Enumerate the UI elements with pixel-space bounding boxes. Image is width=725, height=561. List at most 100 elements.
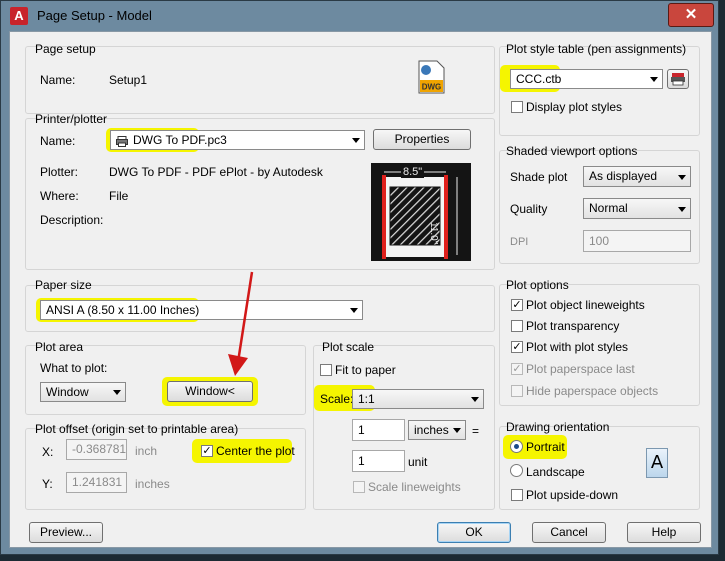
help-button[interactable]: Help bbox=[627, 522, 701, 543]
page-setup-dialog: A Page Setup - Model ✕ Page setup Name: … bbox=[0, 0, 719, 555]
dpi-label: DPI bbox=[510, 236, 529, 248]
display-plot-styles-label: Display plot styles bbox=[526, 100, 623, 114]
scale-value2-field[interactable]: 1 bbox=[352, 450, 405, 472]
hide-paperspace-objects-checkbox[interactable] bbox=[511, 385, 523, 397]
offset-y-field[interactable]: 1.241831 bbox=[66, 472, 127, 493]
shade-plot-select[interactable]: As displayed bbox=[583, 166, 691, 187]
close-icon: ✕ bbox=[684, 6, 698, 23]
orientation-icon: A bbox=[646, 448, 668, 478]
shade-plot-value: As displayed bbox=[589, 169, 658, 183]
paper-size-select[interactable]: ANSI A (8.50 x 11.00 Inches) bbox=[40, 300, 363, 320]
svg-text:DWG: DWG bbox=[422, 83, 442, 92]
center-plot-label: Center the plot bbox=[216, 444, 295, 458]
hide-paperspace-objects-label: Hide paperspace objects bbox=[526, 384, 659, 398]
plot-upside-down-label: Plot upside-down bbox=[526, 488, 619, 502]
plot-style-group-title: Plot style table (pen assignments) bbox=[506, 42, 687, 56]
landscape-label: Landscape bbox=[526, 465, 585, 479]
plot-with-plot-styles-label: Plot with plot styles bbox=[526, 340, 629, 354]
portrait-radio[interactable] bbox=[510, 440, 523, 453]
plot-with-plot-styles-checkbox[interactable]: ✓ bbox=[511, 341, 523, 353]
printer-name-value: DWG To PDF.pc3 bbox=[133, 133, 227, 147]
autocad-app-icon: A bbox=[10, 7, 28, 25]
scale-value: 1:1 bbox=[358, 392, 375, 406]
cancel-button[interactable]: Cancel bbox=[532, 522, 606, 543]
plot-offset-group-title: Plot offset (origin set to printable are… bbox=[35, 422, 239, 436]
portrait-label: Portrait bbox=[526, 440, 565, 454]
scale-lineweights-checkbox[interactable] bbox=[353, 481, 365, 493]
annotation-arrow bbox=[228, 271, 254, 376]
plot-transparency-label: Plot transparency bbox=[526, 319, 620, 333]
page-setup-name-label: Name: bbox=[40, 73, 76, 87]
preview-height-label: 11.0" bbox=[428, 222, 439, 245]
chevron-down-icon bbox=[453, 428, 461, 433]
description-label: Description: bbox=[40, 213, 104, 227]
preview-button[interactable]: Preview... bbox=[29, 522, 103, 543]
scale-equals-sign: = bbox=[472, 424, 480, 438]
quality-value: Normal bbox=[589, 201, 628, 215]
dpi-field[interactable]: 100 bbox=[583, 230, 691, 252]
scale-value1-field[interactable]: 1 bbox=[352, 419, 405, 441]
chevron-down-icon bbox=[471, 397, 479, 402]
what-to-plot-select[interactable]: Window bbox=[40, 382, 126, 402]
title-bar[interactable]: A Page Setup - Model ✕ bbox=[1, 1, 718, 31]
plot-object-lineweights-checkbox[interactable]: ✓ bbox=[511, 299, 523, 311]
chevron-down-icon bbox=[113, 390, 121, 395]
scale-label: Scale: bbox=[320, 392, 354, 406]
what-to-plot-label: What to plot: bbox=[40, 361, 108, 375]
plot-paperspace-last-label: Plot paperspace last bbox=[526, 362, 635, 376]
plot-style-select[interactable]: CCC.ctb bbox=[510, 69, 663, 89]
ok-button[interactable]: OK bbox=[437, 522, 511, 543]
chevron-down-icon bbox=[352, 138, 360, 143]
fit-to-paper-checkbox[interactable] bbox=[320, 364, 332, 376]
scale-unit2-label: unit bbox=[408, 455, 428, 469]
plot-upside-down-checkbox[interactable] bbox=[511, 489, 523, 501]
shaded-viewport-group-title: Shaded viewport options bbox=[506, 144, 638, 158]
dialog-client: Page setup Name: Setup1 DWG Printer/plot… bbox=[9, 31, 712, 548]
center-plot-checkbox[interactable]: ✓ bbox=[201, 445, 213, 457]
shade-plot-label: Shade plot bbox=[510, 170, 568, 184]
plot-object-lineweights-label: Plot object lineweights bbox=[526, 298, 645, 312]
landscape-radio[interactable] bbox=[510, 464, 523, 477]
offset-y-label: Y: bbox=[42, 477, 53, 491]
printer-name-label: Name: bbox=[40, 134, 76, 148]
printer-icon bbox=[116, 134, 128, 147]
window-pick-button[interactable]: Window< bbox=[167, 381, 253, 402]
plot-style-value: CCC.ctb bbox=[516, 72, 562, 86]
paper-size-group-title: Paper size bbox=[35, 278, 92, 292]
display-plot-styles-checkbox[interactable] bbox=[511, 101, 523, 113]
plot-paperspace-last-checkbox[interactable]: ✓ bbox=[511, 363, 523, 375]
offset-x-label: X: bbox=[42, 445, 54, 459]
scale-unit1-select[interactable]: inches bbox=[408, 420, 466, 440]
preview-width-label: 8.5" bbox=[401, 166, 425, 178]
close-button[interactable]: ✕ bbox=[668, 3, 714, 27]
orientation-icon-letter: A bbox=[650, 452, 664, 473]
fit-to-paper-label: Fit to paper bbox=[335, 363, 396, 377]
offset-y-unit: inches bbox=[135, 477, 170, 491]
offset-x-field[interactable]: -0.368781 bbox=[66, 439, 127, 460]
plot-options-group-title: Plot options bbox=[506, 278, 569, 292]
window-title: Page Setup - Model bbox=[37, 8, 152, 23]
quality-label: Quality bbox=[510, 202, 548, 216]
chevron-down-icon bbox=[678, 174, 686, 180]
plot-transparency-checkbox[interactable] bbox=[511, 320, 523, 332]
chevron-down-icon bbox=[650, 77, 658, 82]
page-setup-group-title: Page setup bbox=[35, 42, 96, 56]
plot-scale-group-title: Plot scale bbox=[322, 340, 375, 354]
plot-style-edit-button[interactable] bbox=[667, 69, 689, 89]
printer-name-select[interactable]: DWG To PDF.pc3 bbox=[110, 130, 365, 150]
where-value: File bbox=[109, 189, 129, 203]
scale-select[interactable]: 1:1 bbox=[352, 389, 484, 409]
offset-x-unit: inch bbox=[135, 444, 158, 458]
plot-style-editor-icon bbox=[671, 73, 685, 86]
plotter-label: Plotter: bbox=[40, 165, 79, 179]
plot-area-group-title: Plot area bbox=[35, 340, 84, 354]
scale-unit1-value: inches bbox=[414, 423, 449, 437]
chevron-down-icon bbox=[678, 206, 686, 212]
what-to-plot-value: Window bbox=[46, 385, 89, 399]
where-label: Where: bbox=[40, 189, 79, 203]
printer-group-title: Printer/plotter bbox=[35, 112, 108, 126]
plotter-value: DWG To PDF - PDF ePlot - by Autodesk bbox=[109, 165, 323, 179]
orientation-group-title: Drawing orientation bbox=[506, 420, 610, 434]
quality-select[interactable]: Normal bbox=[583, 198, 691, 219]
properties-button[interactable]: Properties bbox=[373, 129, 471, 150]
